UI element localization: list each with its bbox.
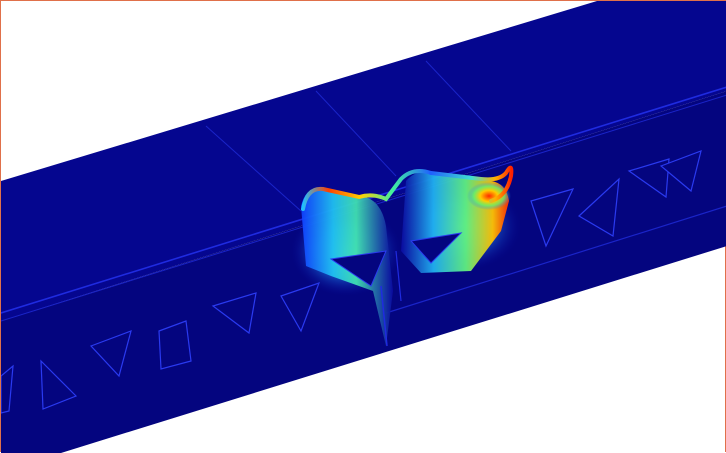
fea-scene-svg (1, 1, 726, 453)
fea-viewport[interactable] (0, 0, 726, 453)
stress-hotspot (467, 182, 511, 210)
